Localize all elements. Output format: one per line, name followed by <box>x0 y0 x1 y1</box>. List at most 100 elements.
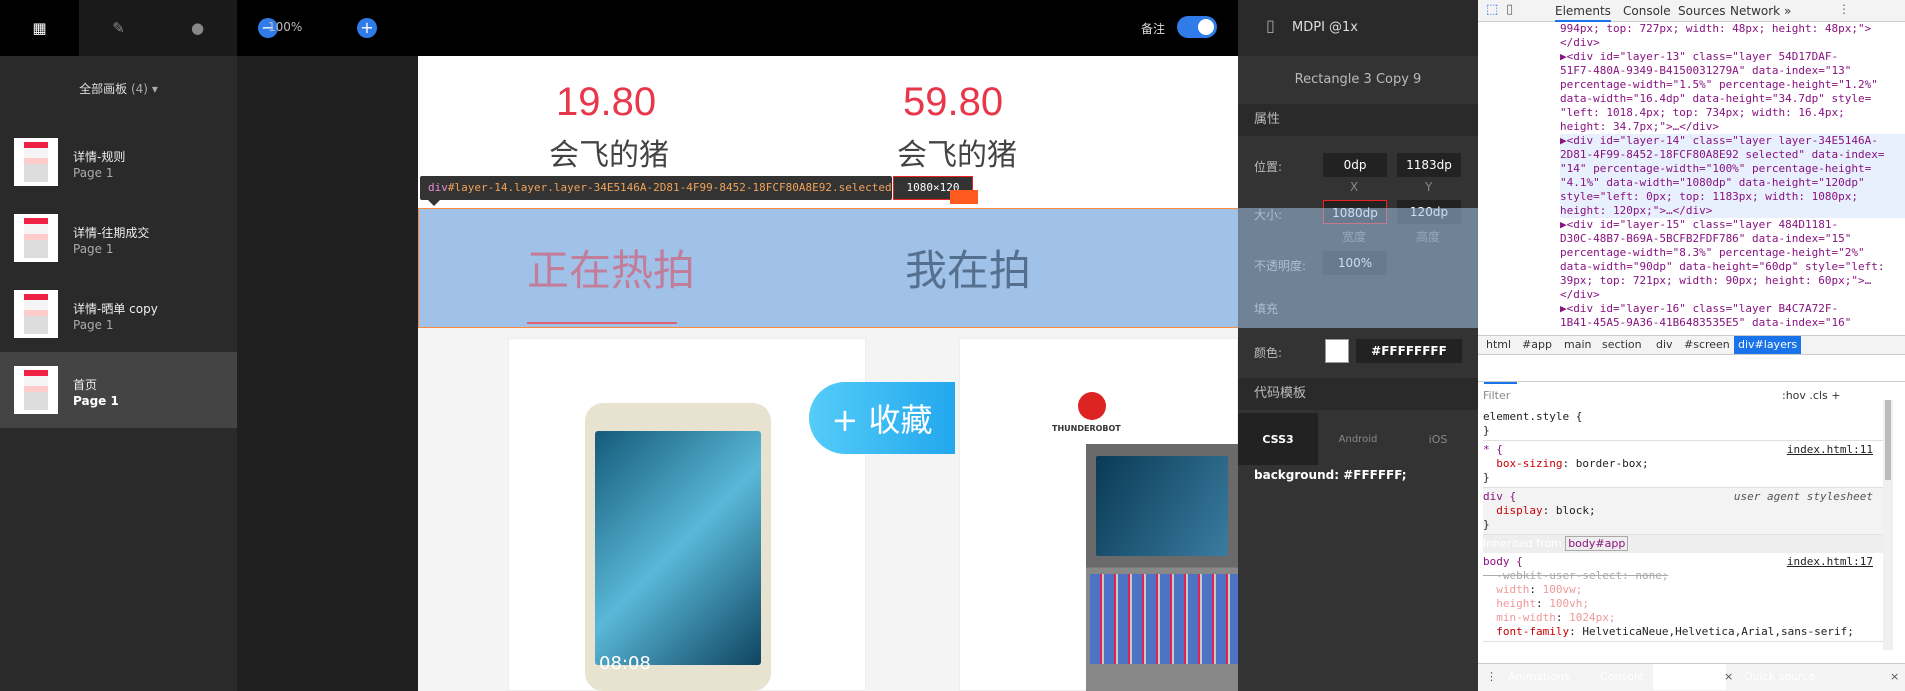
css-value[interactable]: none; <box>1635 569 1668 582</box>
note-toggle[interactable] <box>1177 16 1217 38</box>
drawer-tab-console[interactable]: Console <box>1600 664 1644 690</box>
dom-line[interactable]: D30C-48B7-B69A-5BCFB2FDF786" data-index=… <box>1560 232 1905 246</box>
styles-filter-input[interactable]: Filter <box>1483 389 1510 402</box>
css-rule: body {index.html:17 -webkit-user-select:… <box>1483 553 1883 642</box>
tab-network[interactable]: Network <box>1730 0 1780 22</box>
breadcrumb-item[interactable]: #screen <box>1684 336 1730 354</box>
page-item[interactable]: 详情-往期成交 Page 1 <box>0 200 237 276</box>
dom-line[interactable]: percentage-width="1.5%" percentage-heigh… <box>1560 78 1905 92</box>
drawer-tab-animations[interactable]: Animations <box>1508 664 1570 690</box>
dom-line-selected[interactable]: ▶<div id="layer-14" class="layer layer-3… <box>1560 134 1905 148</box>
price-text: 19.80 <box>556 80 657 124</box>
color-tab-icon[interactable]: ● <box>158 0 237 56</box>
device-label[interactable]: MDPI @1x <box>1292 20 1358 35</box>
dom-line-selected[interactable]: height: 120px;">…</div> <box>1560 204 1905 218</box>
css-value[interactable]: HelveticaNeue,Helvetica,Arial,sans-serif… <box>1582 625 1854 638</box>
css-value[interactable]: 100vh; <box>1549 597 1589 610</box>
css-value[interactable]: 100vw; <box>1543 583 1583 596</box>
page-item-active[interactable]: 首页 Page 1 <box>0 352 237 428</box>
dom-line[interactable]: 51F7-480A-9349-B4150031279A" data-index=… <box>1560 64 1905 78</box>
css3-tab-icon[interactable]: CSS3 <box>1238 413 1318 465</box>
css-prop[interactable]: box-sizing <box>1496 457 1562 470</box>
close-icon[interactable]: × <box>1724 664 1733 690</box>
dom-line[interactable]: height: 34.7px;">…</div> <box>1560 120 1905 134</box>
tab-event-listeners[interactable]: Event Listeners <box>1528 356 1613 382</box>
brand-logo-text: THUNDEROBOT <box>1052 424 1121 433</box>
selected-layer[interactable]: 正在热拍 我在拍 <box>418 208 1238 328</box>
css-prop[interactable]: -webkit-user-select <box>1496 569 1622 582</box>
artboard-filter-dropdown[interactable]: 全部画板 (4) ▾ <box>0 80 237 97</box>
tooltip-selector: #layer-14.layer.layer-34E5146A-2D81-4F99… <box>447 181 892 194</box>
edit-tab-icon[interactable]: ✎ <box>79 0 158 56</box>
tab-dom-breakpoints[interactable]: DOM Breakpoints <box>1616 356 1712 382</box>
more-tabs-icon[interactable]: » <box>1784 0 1791 22</box>
dom-line-selected[interactable]: "14" percentage-width="100%" percentage-… <box>1560 162 1905 176</box>
dom-line[interactable]: ▶<div id="layer-15" class="layer 484D118… <box>1560 218 1905 232</box>
inspect-icon[interactable]: ⬚ <box>1486 2 1498 17</box>
dom-line[interactable]: 1B41-45A5-9A36-41B6483535E5" data-index=… <box>1560 316 1905 330</box>
opacity-value[interactable]: 100% <box>1323 251 1387 275</box>
drawer-tab-whats-new[interactable]: What's New <box>1653 664 1727 690</box>
css-prop[interactable]: min-width <box>1496 611 1556 624</box>
css-value[interactable]: 1024px; <box>1569 611 1615 624</box>
device-toggle-icon[interactable]: ▯ <box>1506 2 1513 17</box>
dom-line-selected[interactable]: "4.1%" data-width="1080dp" data-height="… <box>1560 176 1905 190</box>
dom-line[interactable]: data-width="90dp" data-height="60dp" sty… <box>1560 260 1905 274</box>
laptop-product-image <box>1086 444 1238 691</box>
dom-line-selected[interactable]: style="left: 0px; top: 1183px; width: 10… <box>1560 190 1905 204</box>
breadcrumb-item[interactable]: #app <box>1522 336 1552 354</box>
pos-x-value[interactable]: 0dp <box>1323 153 1387 177</box>
tab-other[interactable]: 我在拍 <box>905 237 1031 298</box>
color-swatch[interactable] <box>1325 339 1349 363</box>
tab-elements[interactable]: Elements <box>1555 0 1611 22</box>
tab-active[interactable]: 正在热拍 <box>527 237 695 298</box>
page-thumbnail <box>14 290 58 338</box>
dom-line-selected[interactable]: 2D81-4F99-8452-18FCF80A8E92 selected" da… <box>1560 148 1905 162</box>
dom-line[interactable]: 39px; top: 721px; width: 90px; height: 6… <box>1560 274 1905 288</box>
dom-line[interactable]: data-width="16.4dp" data-height="34.7dp"… <box>1560 92 1905 106</box>
hov-cls-buttons[interactable]: :hov .cls + <box>1782 389 1840 402</box>
breadcrumb-item-active[interactable]: div#layers <box>1734 336 1802 354</box>
dom-line[interactable]: </div> <box>1560 288 1905 302</box>
css-value[interactable]: border-box; <box>1576 457 1649 470</box>
dom-line[interactable]: ▶<div id="layer-13" class="layer 54D17DA… <box>1560 50 1905 64</box>
more-menu-icon[interactable]: ⋮ <box>1838 2 1850 16</box>
inherited-from-link[interactable]: body#app <box>1565 536 1629 551</box>
css-prop[interactable]: height <box>1496 597 1536 610</box>
css-prop[interactable]: font-family <box>1496 625 1569 638</box>
rule-source-link[interactable]: index.html:11 <box>1787 443 1873 457</box>
width-value[interactable]: 1080dp <box>1323 200 1387 224</box>
close-drawer-icon[interactable]: × <box>1890 664 1899 690</box>
page-item[interactable]: 详情-晒单 copy Page 1 <box>0 276 237 352</box>
height-label: 高度 <box>1416 230 1441 244</box>
favorite-button[interactable]: + 收藏 <box>809 382 955 454</box>
dom-line[interactable]: ▶<div id="layer-16" class="layer B4C7A72… <box>1560 302 1905 316</box>
breadcrumb-item[interactable]: div <box>1656 336 1673 354</box>
dom-line[interactable]: </div> <box>1560 36 1905 50</box>
styles-scrollbar[interactable] <box>1883 400 1893 650</box>
breadcrumb-item[interactable]: html <box>1486 336 1511 354</box>
breadcrumb-item[interactable]: section <box>1602 336 1642 354</box>
height-value[interactable]: 120dp <box>1397 200 1461 224</box>
ios-tab-icon[interactable]: iOS <box>1398 413 1478 465</box>
zoom-in-button[interactable]: + <box>357 18 377 38</box>
drawer-menu-icon[interactable]: ⋮ <box>1486 664 1497 690</box>
rule-selector: * { <box>1483 443 1503 456</box>
tab-properties[interactable]: Properties <box>1713 356 1769 382</box>
dom-line[interactable]: percentage-width="8.3%" percentage-heigh… <box>1560 246 1905 260</box>
tab-sources[interactable]: Sources <box>1678 0 1725 22</box>
artboards-tab-icon[interactable]: ▦ <box>0 0 79 56</box>
pos-y-value[interactable]: 1183dp <box>1397 153 1461 177</box>
color-hex-value[interactable]: #FFFFFFFF <box>1356 339 1462 363</box>
css-prop[interactable]: width <box>1496 583 1529 596</box>
android-tab-label: Android <box>1338 433 1378 445</box>
dom-line[interactable]: "left: 1018.4px; top: 734px; width: 16.4… <box>1560 106 1905 120</box>
breadcrumb-item[interactable]: main <box>1564 336 1591 354</box>
drawer-tab-quick-source[interactable]: Quick source <box>1744 664 1815 690</box>
page-item[interactable]: 详情-规则 Page 1 <box>0 124 237 200</box>
tab-styles[interactable]: Styles <box>1484 356 1518 384</box>
dom-line[interactable]: 994px; top: 727px; width: 48px; height: … <box>1560 22 1905 36</box>
android-tab-icon[interactable]: Android <box>1318 413 1398 465</box>
tab-console[interactable]: Console <box>1623 0 1671 22</box>
rule-source-link[interactable]: index.html:17 <box>1787 555 1873 569</box>
